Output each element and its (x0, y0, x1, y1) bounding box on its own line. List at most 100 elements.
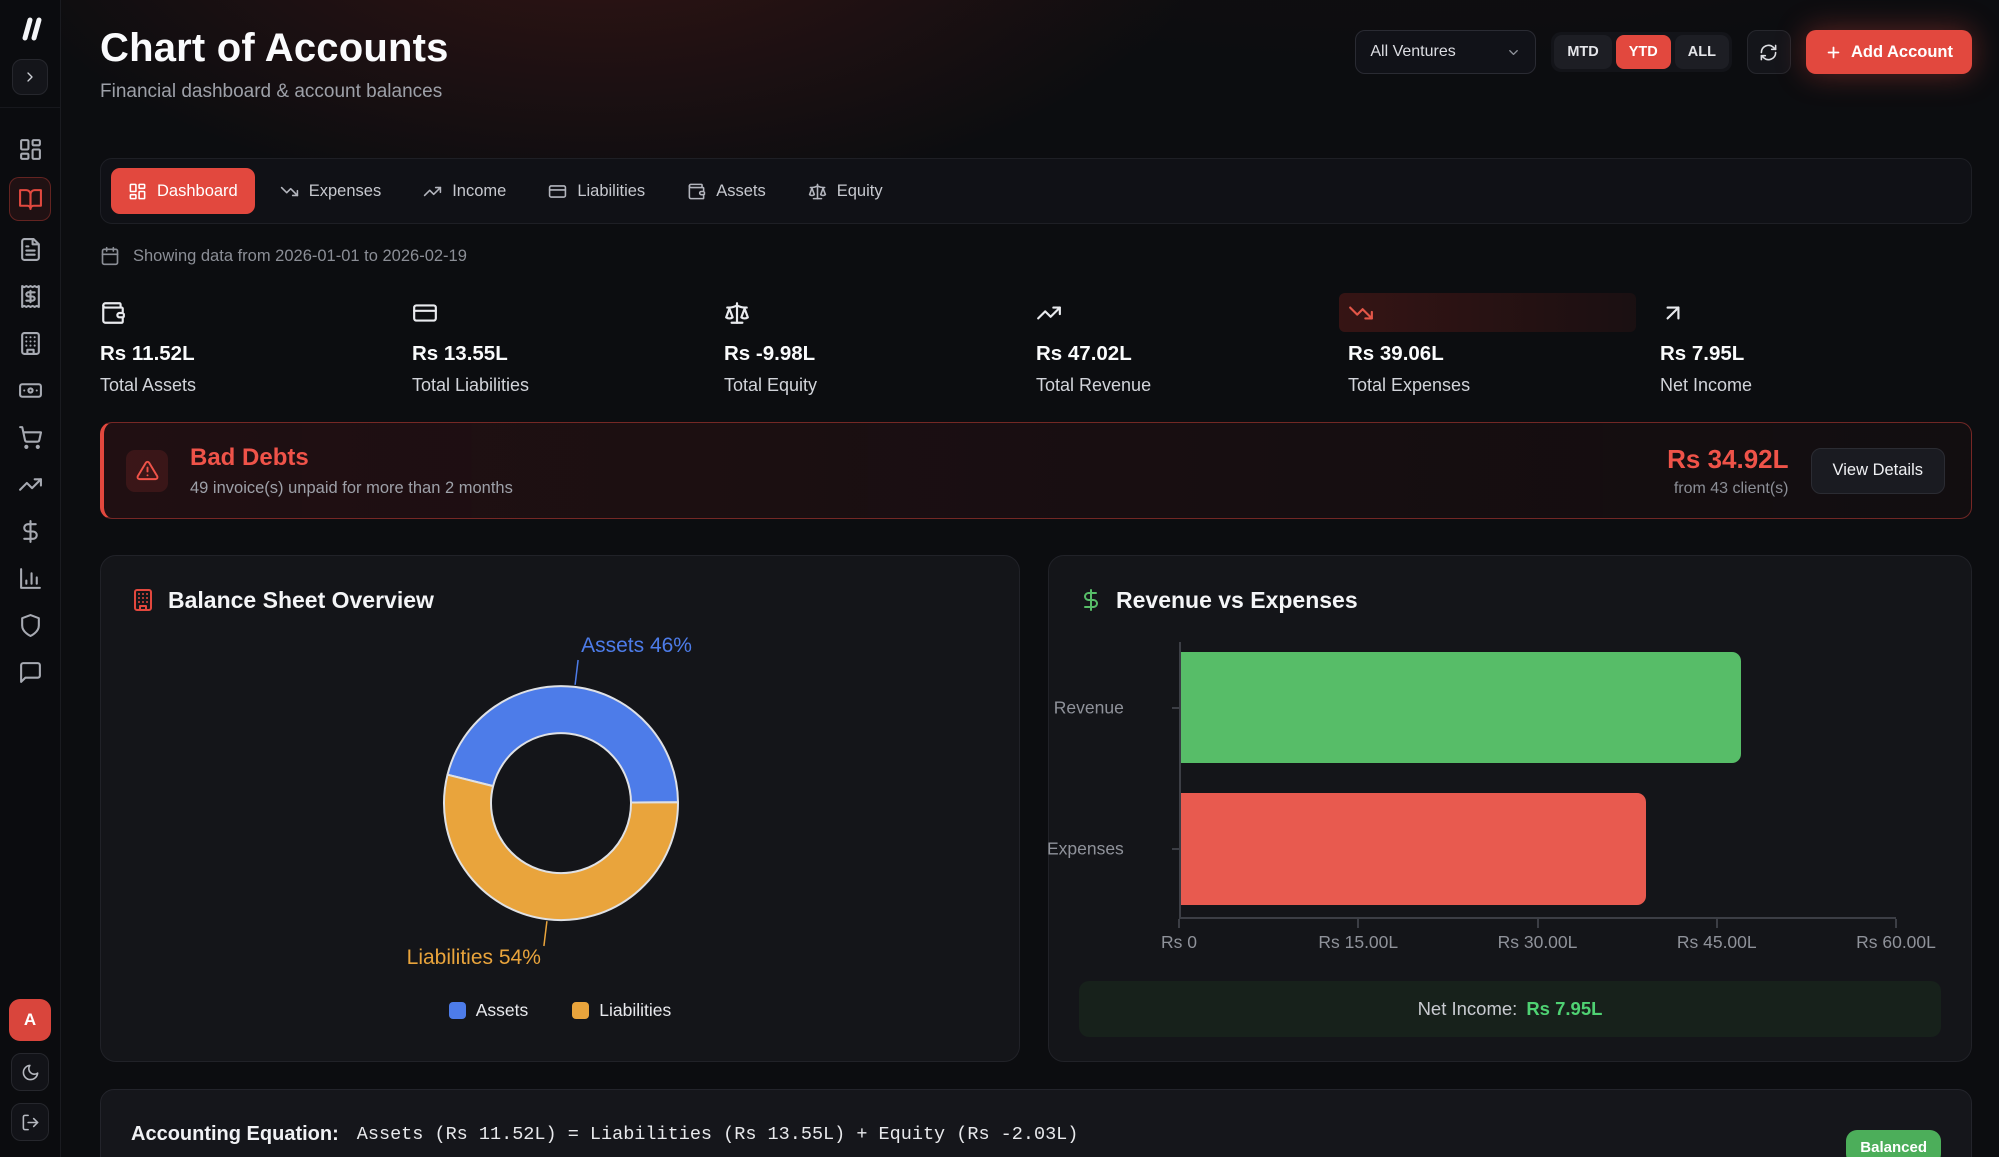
stat-total-assets: Rs 11.52L Total Assets (100, 296, 412, 396)
legend-item-assets[interactable]: Assets (449, 1000, 529, 1021)
legend-item-liabilities[interactable]: Liabilities (572, 1000, 671, 1021)
bar-revenue[interactable] (1181, 652, 1741, 763)
charts-row: Balance Sheet Overview Assets 46% Liabili… (100, 555, 1972, 1062)
donut-slice-label: Assets 46% (581, 634, 692, 657)
x-tick-label: Rs 15.00L (1318, 932, 1398, 953)
message-square-icon (18, 660, 43, 685)
stat-label: Total Liabilities (412, 375, 724, 396)
tab-liabilities[interactable]: Liabilities (531, 168, 662, 214)
header-controls: All Ventures MTD YTD ALL Add Account (1355, 30, 1972, 74)
trending-down-icon (280, 182, 299, 201)
x-tick-label: Rs 60.00L (1856, 932, 1936, 953)
donut-legend: Assets Liabilities (131, 1000, 989, 1021)
stat-value: Rs 13.55L (412, 342, 724, 366)
dashboard-grid-icon (18, 137, 43, 162)
revenue-expenses-panel: Revenue vs Expenses RevenueExpenses Rs 0… (1048, 555, 1972, 1062)
theme-toggle-button[interactable] (11, 1053, 49, 1091)
y-tick-mark (1172, 707, 1181, 709)
building-icon (18, 331, 43, 356)
page-subtitle: Financial dashboard & account balances (100, 81, 449, 103)
sidebar-item-income[interactable] (9, 465, 51, 503)
page-header: Chart of Accounts Financial dashboard & … (100, 26, 1972, 103)
sidebar-item-payments[interactable] (9, 371, 51, 409)
chart-of-accounts-app: A Chart of Accounts Financial dashboard … (0, 0, 1999, 1157)
add-account-button[interactable]: Add Account (1806, 30, 1972, 74)
bad-debts-title: Bad Debts (190, 444, 513, 472)
sidebar-item-security[interactable] (9, 606, 51, 644)
panel-title: Revenue vs Expenses (1116, 587, 1358, 614)
stats-row: Rs 11.52L Total Assets Rs 13.55L Total L… (100, 296, 1972, 396)
stat-label: Total Revenue (1036, 375, 1348, 396)
tab-dashboard[interactable]: Dashboard (111, 168, 255, 214)
x-tick-mark (1178, 919, 1180, 928)
panel-title: Balance Sheet Overview (168, 587, 434, 614)
sidebar-item-documents[interactable] (9, 230, 51, 268)
user-avatar[interactable]: A (9, 999, 51, 1041)
venture-filter-value: All Ventures (1370, 43, 1455, 61)
tab-bar: Dashboard Expenses Income Liabilities As… (100, 158, 1972, 224)
sidebar-item-purchases[interactable] (9, 418, 51, 456)
donut-leader-line (575, 660, 578, 685)
sidebar-item-receipts[interactable] (9, 277, 51, 315)
bar-expenses[interactable] (1181, 793, 1646, 905)
revenue-expenses-bar-chart: RevenueExpenses Rs 0Rs 15.00LRs 30.00LRs… (1079, 642, 1941, 959)
wallet-icon (687, 182, 706, 201)
sidebar-item-reports[interactable] (9, 559, 51, 597)
trending-up-icon (423, 182, 442, 201)
view-details-button[interactable]: View Details (1811, 448, 1945, 494)
stat-total-revenue: Rs 47.02L Total Revenue (1036, 296, 1348, 396)
shopping-cart-icon (18, 425, 43, 450)
period-button-ytd[interactable]: YTD (1616, 35, 1671, 69)
tab-income[interactable]: Income (406, 168, 523, 214)
tab-assets[interactable]: Assets (670, 168, 783, 214)
page-title: Chart of Accounts (100, 26, 449, 71)
refresh-button[interactable] (1747, 30, 1791, 74)
period-button-all[interactable]: ALL (1675, 35, 1729, 69)
dashboard-grid-icon (128, 182, 147, 201)
sidebar-item-messages[interactable] (9, 653, 51, 691)
calendar-icon (100, 246, 120, 266)
venture-filter-select[interactable]: All Ventures (1355, 30, 1536, 74)
y-axis-label-revenue: Revenue (1054, 697, 1124, 718)
bad-debts-description: 49 invoice(s) unpaid for more than 2 mon… (190, 479, 513, 498)
stat-total-equity: Rs -9.98L Total Equity (724, 296, 1036, 396)
net-income-label: Net Income: (1418, 998, 1518, 1020)
equation-label: Accounting Equation: (131, 1123, 339, 1146)
sidebar-item-dashboard[interactable] (9, 130, 51, 168)
stat-label: Total Equity (724, 375, 1036, 396)
period-button-mtd[interactable]: MTD (1554, 35, 1611, 69)
trending-up-icon (18, 472, 43, 497)
balance-sheet-donut-chart: Assets 46% Liabilities 54% (131, 636, 991, 988)
main-content: Chart of Accounts Financial dashboard & … (61, 0, 1999, 1157)
bar-chart-icon (18, 566, 43, 591)
x-tick-label: Rs 45.00L (1677, 932, 1757, 953)
logout-button[interactable] (11, 1103, 49, 1141)
sidebar-expand-button[interactable] (12, 59, 48, 95)
sidebar-item-ventures[interactable] (9, 324, 51, 362)
banknote-icon (18, 378, 43, 403)
donut-slice-label: Liabilities 54% (407, 946, 541, 969)
balance-sheet-panel: Balance Sheet Overview Assets 46% Liabili… (100, 555, 1020, 1062)
legend-swatch (449, 1002, 466, 1019)
balanced-badge: Balanced (1846, 1130, 1941, 1157)
x-tick-label: Rs 0 (1161, 932, 1197, 953)
sidebar-nav (9, 130, 51, 691)
arrow-up-right-icon (1660, 300, 1686, 326)
legend-label: Liabilities (599, 1000, 671, 1021)
sidebar-divider (0, 107, 60, 108)
donut-leader-line (544, 921, 547, 946)
stat-label: Total Assets (100, 375, 412, 396)
legend-label: Assets (476, 1000, 529, 1021)
stat-value: Rs 7.95L (1660, 342, 1972, 366)
tab-equity[interactable]: Equity (791, 168, 900, 214)
x-tick-label: Rs 30.00L (1498, 932, 1578, 953)
stat-value: Rs -9.98L (724, 342, 1036, 366)
stat-label: Total Expenses (1348, 375, 1660, 396)
period-toggle-group: MTD YTD ALL (1551, 32, 1732, 72)
book-open-icon (18, 187, 43, 212)
stat-value: Rs 47.02L (1036, 342, 1348, 366)
sidebar-item-chart-of-accounts[interactable] (9, 177, 51, 221)
sidebar-item-finance[interactable] (9, 512, 51, 550)
tab-expenses[interactable]: Expenses (263, 168, 398, 214)
bad-debts-alert: Bad Debts 49 invoice(s) unpaid for more … (100, 422, 1972, 519)
